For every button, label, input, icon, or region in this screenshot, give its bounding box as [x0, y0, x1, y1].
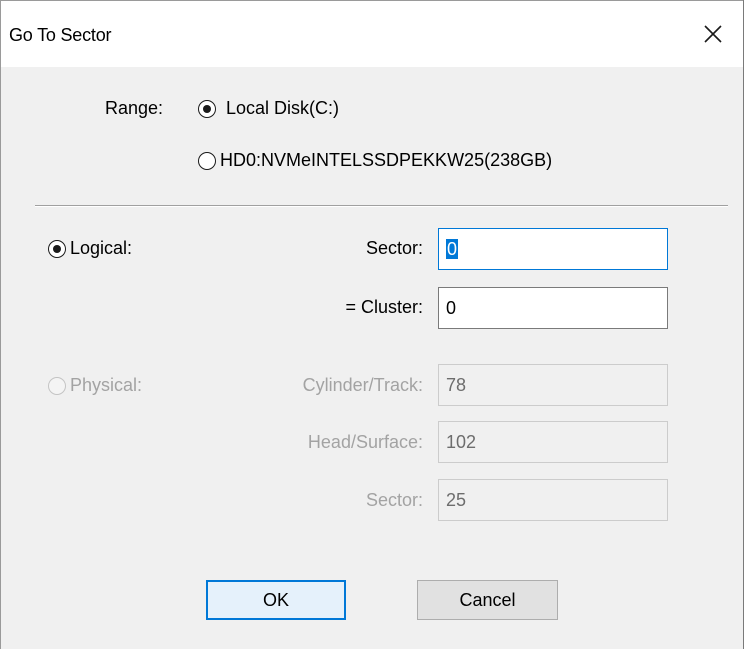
logical-sector-input[interactable]: 0	[438, 228, 668, 270]
physical-radio[interactable]	[48, 377, 66, 395]
logical-label[interactable]: Logical:	[70, 238, 132, 259]
ok-button[interactable]: OK	[206, 580, 346, 620]
separator	[35, 205, 728, 207]
logical-radio[interactable]	[48, 240, 66, 258]
close-icon	[704, 25, 722, 43]
physical-sector-label: Sector:	[365, 490, 423, 510]
title-bar: Go To Sector	[1, 0, 743, 67]
physical-label[interactable]: Physical:	[70, 375, 142, 396]
range-local-disk-radio[interactable]	[198, 100, 216, 118]
logical-sector-value: 0	[446, 239, 459, 259]
range-hd0-label[interactable]: HD0:NVMeINTELSSDPEKKW25(238GB)	[220, 150, 552, 171]
cancel-button[interactable]: Cancel	[417, 580, 558, 620]
cluster-label: = Cluster:	[345, 297, 423, 317]
cylinder-track-label: Cylinder/Track:	[302, 375, 423, 395]
range-label: Range:	[105, 98, 164, 118]
logical-sector-label: Sector:	[365, 238, 423, 258]
go-to-sector-dialog: Go To Sector Range: Local Disk(C:) HD0:N…	[0, 0, 744, 649]
cluster-input[interactable]: 0	[438, 287, 668, 329]
physical-sector-field: 25	[438, 479, 668, 521]
head-surface-label: Head/Surface:	[307, 432, 423, 452]
dialog-title: Go To Sector	[9, 25, 112, 45]
range-hd0-radio[interactable]	[198, 152, 216, 170]
cylinder-track-field: 78	[438, 364, 668, 406]
close-button[interactable]	[683, 1, 743, 67]
head-surface-field: 102	[438, 421, 668, 463]
range-local-disk-label[interactable]: Local Disk(C:)	[226, 98, 339, 119]
